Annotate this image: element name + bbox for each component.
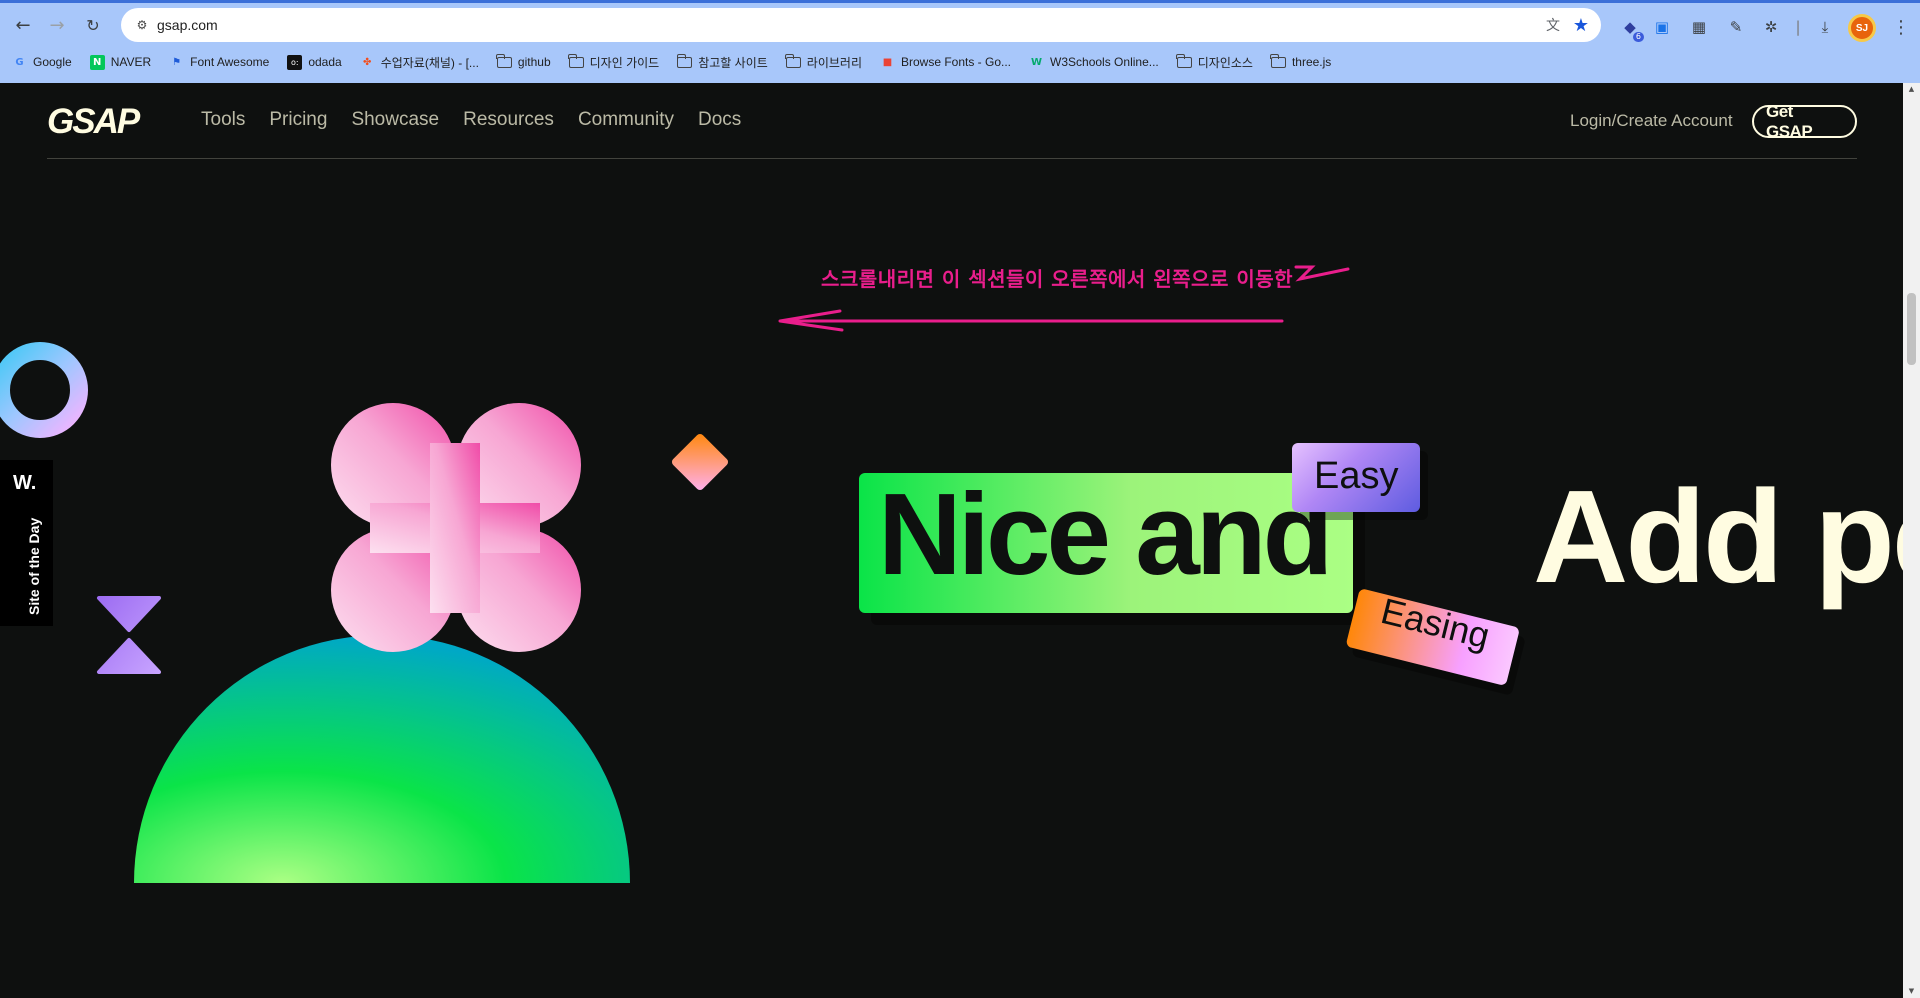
bookmarks-bar: G Google N NAVER ⚑ Font Awesome o: odada ✤ 수업… — [0, 50, 1920, 74]
bookmark-design-source[interactable]: 디자인소스 — [1176, 51, 1253, 73]
eyedropper-icon[interactable]: ✎ — [1725, 16, 1747, 38]
hero-nice-text: Nice and — [878, 469, 1333, 599]
bookmark-library[interactable]: 라이브러리 — [785, 51, 862, 73]
hero-easy-text: Easy — [1314, 455, 1399, 497]
bookmark-design-guide[interactable]: 디자인 가이드 — [568, 51, 660, 73]
extension-badge: 6 — [1632, 32, 1644, 42]
bookmark-label: 수업자료(채널) - [... — [380, 55, 479, 70]
scroll-up-arrow-icon[interactable]: ▲ — [1907, 85, 1916, 94]
dome-shape — [134, 635, 630, 883]
back-arrow-icon[interactable]: ← — [10, 12, 36, 38]
folder-icon — [1176, 53, 1192, 68]
bookmark-class-material[interactable]: ✤ 수업자료(채널) - [... — [360, 51, 479, 73]
reload-icon[interactable]: ↻ — [80, 12, 106, 38]
bookmark-label: Font Awesome — [190, 55, 270, 69]
scroll-down-arrow-icon[interactable]: ▼ — [1907, 987, 1916, 996]
bookmark-star-icon[interactable]: ★ — [1571, 15, 1591, 36]
naver-icon: N — [89, 54, 105, 70]
url-text: gsap.com — [157, 17, 218, 33]
diamond-shape — [671, 433, 729, 491]
extension-monitor-icon[interactable]: ▦ — [1688, 16, 1710, 38]
w3schools-icon: W — [1031, 56, 1043, 68]
bookmark-github[interactable]: github — [496, 51, 551, 73]
flag-icon: ⚑ — [172, 56, 182, 68]
bookmark-label: 디자인 가이드 — [589, 55, 660, 70]
bookmark-label: 라이브러리 — [806, 55, 862, 70]
browser-menu-icon[interactable]: ⋮ — [1890, 16, 1912, 38]
bookmark-label: Browse Fonts - Go... — [900, 55, 1012, 69]
sotd-label: Site of the Day — [26, 517, 42, 615]
bookmark-label: 참고할 사이트 — [698, 55, 768, 70]
browser-chrome: ← → ↻ ⚙ gsap.com 文 ★ ◆ 6 ▣ ▦ ✎ ✲ | ⤓ SJ ⋮… — [0, 0, 1920, 83]
bookmark-label: 디자인소스 — [1197, 55, 1253, 70]
hero-add-text: Add pe — [1533, 463, 1920, 610]
profile-avatar[interactable]: SJ — [1848, 14, 1876, 42]
translate-icon[interactable]: 文 — [1543, 15, 1563, 35]
browser-toolbar: ← → ↻ ⚙ gsap.com 文 ★ ◆ 6 ▣ ▦ ✎ ✲ | ⤓ SJ ⋮ — [0, 4, 1920, 46]
bookmark-odada[interactable]: o: odada — [287, 51, 342, 73]
folder-icon — [676, 53, 693, 68]
hourglass-shape — [97, 596, 161, 674]
sotd-logo: W. — [13, 472, 37, 494]
bookmark-label: W3Schools Online... — [1050, 55, 1159, 69]
forward-arrow-icon[interactable]: → — [44, 12, 70, 38]
flower-shape — [331, 403, 581, 652]
toolbar-divider: | — [1795, 18, 1801, 36]
extension-bird-icon[interactable]: ◆ 6 — [1619, 16, 1644, 42]
bookmark-label: odada — [308, 55, 342, 69]
extensions-puzzle-icon[interactable]: ✲ — [1760, 16, 1782, 38]
bookmark-w3schools[interactable]: W W3Schools Online... — [1029, 51, 1159, 73]
google-icon: G — [15, 56, 24, 68]
folder-icon — [568, 53, 584, 68]
page-scrollbar[interactable]: ▲ ▼ — [1903, 83, 1920, 998]
site-of-the-day-badge[interactable]: W. Site of the Day — [0, 460, 53, 626]
folder-icon — [1270, 53, 1286, 68]
page-viewport: GSAP Tools Pricing Showcase Resources Co… — [0, 83, 1920, 998]
ring-shape — [0, 342, 88, 438]
bookmark-naver[interactable]: N NAVER — [89, 51, 152, 73]
annotation-note: 스크롤내리면 이 섹션들이 오른쪽에서 왼쪽으로 이동한 — [821, 267, 1294, 291]
odada-icon: o: — [287, 54, 303, 70]
google-fonts-icon: ■ — [882, 56, 893, 68]
folder-icon — [785, 53, 801, 68]
bookmark-threejs[interactable]: three.js — [1270, 51, 1332, 73]
bookmark-google[interactable]: G Google — [12, 51, 72, 73]
bookmark-reference-sites[interactable]: 참고할 사이트 — [676, 51, 768, 73]
address-bar[interactable]: ⚙ gsap.com 文 ★ — [121, 8, 1601, 42]
bookmark-label: github — [517, 55, 551, 69]
bookmark-google-fonts[interactable]: ■ Browse Fonts - Go... — [880, 51, 1011, 73]
bookmark-label: NAVER — [110, 55, 152, 69]
bookmark-label: Google — [33, 55, 72, 69]
folder-icon — [496, 53, 512, 68]
tab-strip-edge — [0, 0, 1920, 3]
extension-copy-icon[interactable]: ▣ — [1651, 16, 1673, 38]
site-info-icon[interactable]: ⚙ — [133, 16, 151, 34]
download-icon[interactable]: ⤓ — [1814, 16, 1836, 38]
bookmark-font-awesome[interactable]: ⚑ Font Awesome — [169, 51, 269, 73]
bookmark-label: three.js — [1291, 55, 1332, 69]
scroll-thumb[interactable] — [1907, 293, 1916, 365]
figma-icon: ✤ — [362, 56, 372, 68]
